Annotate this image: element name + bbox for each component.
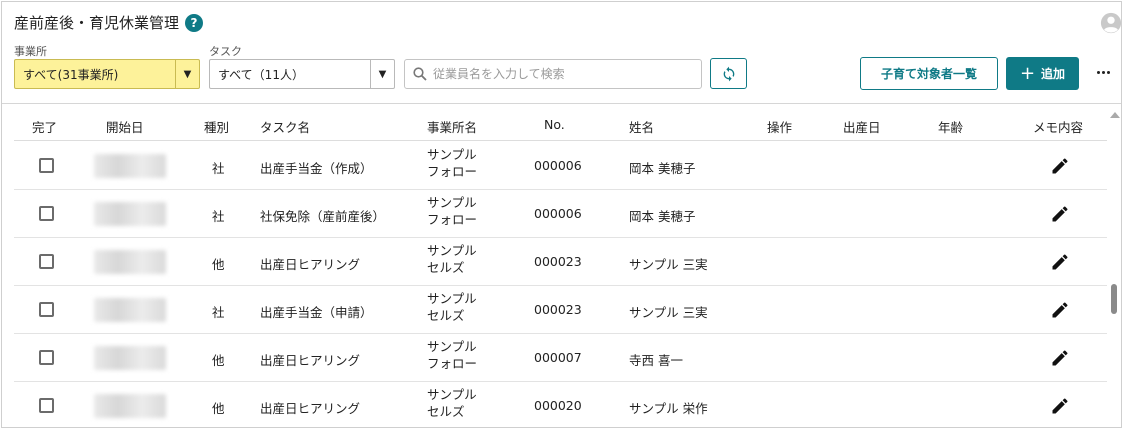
pencil-icon[interactable]: [1050, 396, 1070, 416]
task-name-cell: 社保免除（産前産後）: [260, 209, 386, 224]
childcare-list-button[interactable]: 子育て対象者一覧: [860, 57, 998, 90]
start-date-redacted: [94, 394, 166, 418]
help-icon[interactable]: ?: [185, 14, 203, 32]
scroll-up-icon[interactable]: [1110, 112, 1120, 118]
done-checkbox[interactable]: [39, 302, 54, 317]
page-title: 産前産後・育児休業管理: [14, 14, 180, 32]
full-name-cell: 岡本 美穂子: [629, 209, 696, 224]
done-checkbox[interactable]: [39, 206, 54, 221]
employee-search-input[interactable]: [433, 67, 693, 81]
full-name-cell: 岡本 美穂子: [629, 161, 696, 176]
search-icon: [413, 67, 427, 81]
scrollbar-thumb[interactable]: [1111, 284, 1117, 314]
header-task-name[interactable]: タスク名: [260, 117, 310, 136]
full-name-cell: サンプル 栄作: [629, 401, 708, 416]
done-checkbox[interactable]: [39, 398, 54, 413]
table-row[interactable]: 社 出産手当金（申請） サンプル セルズ 000023 サンプル 三実: [14, 286, 1107, 334]
table-row[interactable]: 社 社保免除（産前産後） サンプル フォロー 000006 岡本 美穂子: [14, 190, 1107, 238]
header-done[interactable]: 完了: [32, 117, 57, 136]
office-name-cell: サンプル フォロー: [427, 195, 478, 227]
table-row[interactable]: 他 出産日ヒアリング サンプル フォロー 000007 寺西 喜一: [14, 334, 1107, 382]
toolbar-divider: [2, 103, 1121, 104]
header-start-date[interactable]: 開始日: [106, 117, 144, 136]
task-name-cell: 出産日ヒアリング: [260, 353, 361, 368]
office-name-cell: サンプル フォロー: [427, 339, 478, 371]
table-row[interactable]: 他 出産日ヒアリング サンプル セルズ 000020 サンプル 栄作: [14, 382, 1107, 426]
done-checkbox[interactable]: [39, 254, 54, 269]
office-name-cell: サンプル セルズ: [427, 291, 477, 323]
add-button-label: 追加: [1041, 67, 1066, 81]
plus-icon: +: [1019, 62, 1036, 84]
task-select-value: すべて（11人）: [218, 67, 304, 82]
type-cell: 他: [212, 257, 225, 272]
header-no[interactable]: No.: [544, 117, 565, 132]
table-row[interactable]: 他 出産日ヒアリング サンプル セルズ 000023 サンプル 三実: [14, 238, 1107, 286]
task-name-cell: 出産手当金（作成）: [260, 161, 373, 176]
office-select-value: すべて(31事業所): [23, 67, 119, 82]
pencil-icon[interactable]: [1050, 348, 1070, 368]
triangle-down-icon[interactable]: ▼: [370, 60, 394, 88]
full-name-cell: サンプル 三実: [629, 257, 708, 272]
office-select[interactable]: すべて(31事業所) ▼: [14, 59, 200, 89]
header-age[interactable]: 年齢: [938, 117, 963, 136]
header-operation: 操作: [767, 120, 793, 135]
employee-no-cell: 000023: [534, 254, 582, 269]
app-frame: 産前産後・育児休業管理 ? 事業所 タスク すべて(31事業所) ▼ すべて（1…: [1, 1, 1122, 428]
table-header: 完了 開始日 種別 タスク名 事業所名 No. 姓名 操作 出産日 年齢 メモ内…: [14, 108, 1107, 141]
employee-search-box[interactable]: [404, 59, 702, 89]
task-name-cell: 出産日ヒアリング: [260, 257, 361, 272]
start-date-redacted: [94, 346, 166, 370]
triangle-down-icon[interactable]: ▼: [175, 60, 199, 88]
employee-no-cell: 000020: [534, 398, 582, 413]
type-cell: 社: [212, 305, 225, 320]
full-name-cell: 寺西 喜一: [629, 353, 683, 368]
start-date-redacted: [94, 250, 166, 274]
start-date-redacted: [94, 202, 166, 226]
full-name-cell: サンプル 三実: [629, 305, 708, 320]
task-filter-label: タスク: [209, 45, 242, 58]
employee-no-cell: 000006: [534, 206, 582, 221]
account-circle-icon[interactable]: [1100, 12, 1122, 34]
header-full-name[interactable]: 姓名: [629, 117, 654, 136]
pencil-icon[interactable]: [1050, 300, 1070, 320]
pencil-icon[interactable]: [1050, 156, 1070, 176]
task-name-cell: 出産手当金（申請）: [260, 305, 373, 320]
employee-no-cell: 000006: [534, 158, 582, 173]
header-birth-date[interactable]: 出産日: [843, 117, 881, 136]
pencil-icon[interactable]: [1050, 204, 1070, 224]
type-cell: 社: [212, 209, 225, 224]
task-table: 完了 開始日 種別 タスク名 事業所名 No. 姓名 操作 出産日 年齢 メモ内…: [14, 108, 1107, 426]
header-type[interactable]: 種別: [204, 117, 229, 136]
office-filter-label: 事業所: [14, 45, 47, 58]
header-office-name[interactable]: 事業所名: [427, 117, 477, 136]
task-name-cell: 出産日ヒアリング: [260, 401, 361, 416]
pencil-icon[interactable]: [1050, 252, 1070, 272]
header-memo: メモ内容: [1033, 120, 1084, 135]
add-button[interactable]: + 追加: [1006, 57, 1079, 90]
vertical-scrollbar[interactable]: [1108, 108, 1121, 426]
type-cell: 他: [212, 353, 225, 368]
type-cell: 社: [212, 161, 225, 176]
done-checkbox[interactable]: [39, 350, 54, 365]
office-name-cell: サンプル セルズ: [427, 387, 477, 419]
employee-no-cell: 000007: [534, 350, 582, 365]
office-name-cell: サンプル セルズ: [427, 243, 477, 275]
table-row[interactable]: 社 出産手当金（作成） サンプル フォロー 000006 岡本 美穂子: [14, 142, 1107, 190]
task-select[interactable]: すべて（11人） ▼: [209, 59, 395, 89]
start-date-redacted: [94, 154, 166, 178]
employee-no-cell: 000023: [534, 302, 582, 317]
more-horizontal-icon[interactable]: [1092, 64, 1114, 80]
office-name-cell: サンプル フォロー: [427, 147, 478, 179]
done-checkbox[interactable]: [39, 158, 54, 173]
refresh-icon: [723, 66, 734, 81]
start-date-redacted: [94, 298, 166, 322]
type-cell: 他: [212, 401, 225, 416]
refresh-button[interactable]: [710, 58, 747, 89]
